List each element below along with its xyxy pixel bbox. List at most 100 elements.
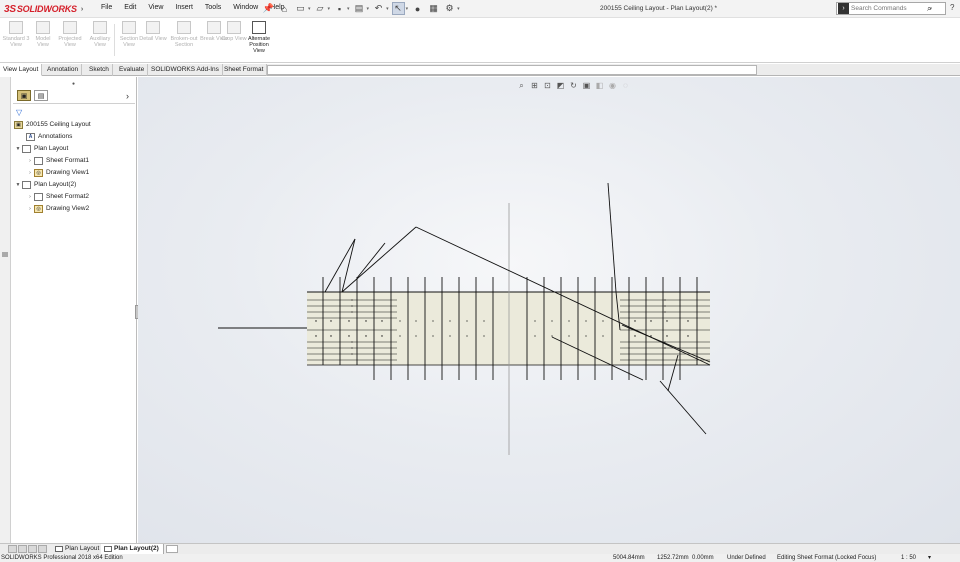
- display-style-icon[interactable]: ▣: [581, 80, 592, 91]
- projected-view-icon: [63, 21, 77, 34]
- sheet-icon: [104, 546, 112, 552]
- last-sheet-icon[interactable]: [38, 545, 47, 553]
- feature-manager-tab-icon[interactable]: ▣: [17, 90, 31, 101]
- tree-item-annotations[interactable]: A Annotations: [18, 131, 72, 142]
- projected-view-button[interactable]: Projected View: [56, 21, 84, 48]
- search-commands[interactable]: › ⌕ ▾: [836, 2, 946, 15]
- help-icon[interactable]: ?: [950, 3, 954, 12]
- appearance-icon[interactable]: ◉: [607, 80, 618, 91]
- tab-annotation[interactable]: Annotation: [44, 64, 83, 76]
- collapse-toggle-icon[interactable]: ▼: [14, 182, 22, 188]
- tree-item-sheet-format2[interactable]: › Sheet Format2: [26, 191, 89, 202]
- search-input[interactable]: [851, 5, 927, 12]
- new-dropdown-icon[interactable]: ▾: [308, 6, 311, 12]
- select-icon[interactable]: ↖: [391, 2, 405, 15]
- broken-out-section-button[interactable]: Broken-out Section: [167, 21, 201, 48]
- previous-view-icon[interactable]: ⊡: [542, 80, 553, 91]
- expand-toggle-icon[interactable]: ›: [26, 206, 34, 212]
- solidworks-logo[interactable]: 3S SOLIDWORKS ›: [4, 2, 83, 16]
- menu-edit[interactable]: Edit: [118, 4, 142, 11]
- scene-icon[interactable]: ◌: [620, 80, 631, 91]
- sheet-tab-plan-layout[interactable]: Plan Layout: [52, 544, 105, 554]
- tree-item-label: Drawing View2: [46, 205, 90, 212]
- crop-view-icon: [227, 21, 241, 34]
- tree-item-plan-layout[interactable]: ▼ Plan Layout: [14, 143, 68, 154]
- sheet-format-icon: [34, 192, 43, 201]
- graphics-area[interactable]: [138, 77, 960, 543]
- home-icon[interactable]: ⌂: [278, 2, 291, 15]
- sheet-icon: [22, 180, 31, 189]
- print-icon[interactable]: ▤: [353, 2, 366, 15]
- standard-3-view-button[interactable]: Standard 3 View: [2, 21, 30, 48]
- zoom-to-fit-icon[interactable]: ⌕: [516, 80, 527, 91]
- file-properties-icon[interactable]: ▦: [427, 2, 440, 15]
- menu-view[interactable]: View: [142, 4, 169, 11]
- expand-toggle-icon[interactable]: ›: [26, 194, 34, 200]
- open-icon[interactable]: ▱: [314, 2, 327, 15]
- first-sheet-icon[interactable]: [8, 545, 17, 553]
- print-dropdown-icon[interactable]: ▾: [367, 6, 370, 12]
- status-bar: SOLIDWORKS Professional 2018 x64 Edition…: [0, 554, 960, 562]
- save-icon[interactable]: ▪: [333, 2, 346, 15]
- task-pane-collapse-bar[interactable]: [0, 77, 11, 543]
- property-manager-tab-icon[interactable]: ▤: [34, 90, 48, 101]
- select-dropdown-icon[interactable]: ▾: [406, 6, 409, 12]
- auxiliary-view-button[interactable]: Auxiliary View: [86, 21, 114, 48]
- tree-item-drawing-view1[interactable]: › ◎ Drawing View1: [26, 167, 89, 178]
- break-view-icon: [207, 21, 221, 34]
- collapse-toggle-icon[interactable]: ▼: [14, 146, 22, 152]
- filter-icon[interactable]: ▽: [16, 108, 22, 117]
- tab-solidworks-add-ins[interactable]: SOLIDWORKS Add-Ins: [148, 64, 223, 76]
- search-dropdown-icon[interactable]: ▾: [929, 6, 932, 12]
- menu-window[interactable]: Window: [227, 4, 264, 11]
- expand-toggle-icon[interactable]: ›: [26, 170, 34, 176]
- options-icon[interactable]: ⚙: [443, 2, 456, 15]
- save-dropdown-icon[interactable]: ▾: [347, 6, 350, 12]
- alternate-position-view-button[interactable]: Alternate Position View: [243, 21, 275, 54]
- menu-insert[interactable]: Insert: [169, 4, 199, 11]
- model-view-icon: [36, 21, 50, 34]
- drawing-view-icon: ◎: [34, 204, 43, 213]
- tree-item-label: Sheet Format2: [46, 193, 89, 200]
- scale-dropdown-icon[interactable]: ▾: [928, 554, 931, 562]
- tab-view-layout[interactable]: View Layout: [0, 64, 43, 76]
- hide-show-icon[interactable]: ◧: [594, 80, 605, 91]
- add-sheet-icon[interactable]: [166, 545, 178, 553]
- undo-icon[interactable]: ↶: [372, 2, 385, 15]
- tab-evaluate[interactable]: Evaluate: [116, 64, 149, 76]
- annotations-icon: A: [26, 132, 35, 141]
- model-view-button[interactable]: Model View: [29, 21, 57, 48]
- tree-item-drawing-view2[interactable]: › ◎ Drawing View2: [26, 203, 89, 214]
- zoom-to-area-icon[interactable]: ⊞: [529, 80, 540, 91]
- next-sheet-icon[interactable]: [28, 545, 37, 553]
- chevron-right-icon[interactable]: ›: [126, 91, 129, 101]
- sheet-tab-plan-layout-2[interactable]: Plan Layout(2): [101, 544, 164, 554]
- quick-access-toolbar: 📌 ⌂ ▭ ▾ ▱ ▾ ▪ ▾ ▤ ▾ ↶ ▾ ↖ ▾ ● ▦ ⚙ ▾: [262, 2, 460, 15]
- undo-dropdown-icon[interactable]: ▾: [386, 6, 389, 12]
- tree-item-label: Annotations: [38, 133, 73, 140]
- alternate-position-view-icon: [252, 21, 266, 34]
- tab-sheet-format[interactable]: Sheet Format: [221, 64, 268, 76]
- tab-sketch[interactable]: Sketch: [86, 64, 113, 76]
- ds-logo-mark: 3S: [4, 3, 16, 15]
- menu-tools[interactable]: Tools: [199, 4, 227, 11]
- chevron-right-icon[interactable]: ›: [81, 6, 83, 13]
- open-dropdown-icon[interactable]: ▾: [328, 6, 331, 12]
- section-view-icon[interactable]: ◩: [555, 80, 566, 91]
- pin-icon[interactable]: 📌: [262, 2, 275, 15]
- expand-toggle-icon[interactable]: ›: [26, 158, 34, 164]
- tree-root[interactable]: ▣ 200155 Ceiling Layout: [14, 119, 91, 130]
- new-icon[interactable]: ▭: [294, 2, 307, 15]
- options-dropdown-icon[interactable]: ▾: [457, 6, 460, 12]
- rotate-icon[interactable]: ↻: [568, 80, 579, 91]
- detail-view-button[interactable]: Detail View: [139, 21, 167, 42]
- menu-file[interactable]: File: [95, 4, 118, 11]
- tree-item-plan-layout-2[interactable]: ▼ Plan Layout(2): [14, 179, 76, 190]
- collapse-handle[interactable]: [2, 252, 8, 257]
- prev-sheet-icon[interactable]: [18, 545, 27, 553]
- panel-splitter-handle[interactable]: ●: [72, 81, 75, 87]
- rebuild-icon[interactable]: ●: [411, 2, 424, 15]
- status-scale[interactable]: 1 : 50: [901, 554, 916, 562]
- search-commands-icon[interactable]: ›: [838, 3, 849, 14]
- tree-item-sheet-format1[interactable]: › Sheet Format1: [26, 155, 89, 166]
